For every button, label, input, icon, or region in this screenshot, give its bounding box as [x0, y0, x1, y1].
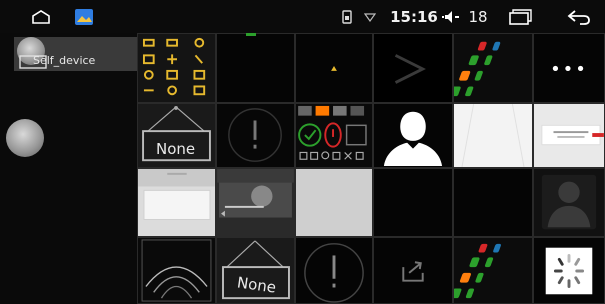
- signal-arcs-wallpaper: [141, 239, 212, 302]
- exclamation-tile-2[interactable]: [295, 237, 373, 304]
- volume-level: 18: [468, 7, 488, 26]
- more-options-icon: •••: [550, 59, 588, 80]
- color-bars-tile-2[interactable]: [453, 237, 533, 304]
- recent-apps-icon[interactable]: [506, 0, 534, 33]
- back-icon[interactable]: [565, 0, 593, 33]
- person-silhouette-icon: [383, 111, 443, 167]
- gallery-icon[interactable]: [72, 0, 96, 33]
- icon-pack-tile[interactable]: [137, 33, 216, 103]
- yellow-icons-wallpaper: [142, 37, 206, 96]
- dialog-preview: [541, 124, 604, 146]
- dialog-preview-tile[interactable]: [533, 103, 605, 168]
- exclamation-icon-2: [304, 243, 364, 303]
- chevron-right-icon: [394, 54, 426, 84]
- color-bars-tile[interactable]: [453, 33, 533, 103]
- gray-dialog-preview: [217, 169, 294, 218]
- wifi-icon: [362, 0, 378, 33]
- shape-selector-wallpaper: [298, 105, 367, 160]
- black-wallpaper-tile-1[interactable]: [373, 168, 453, 237]
- floating-assistive-button[interactable]: [6, 119, 44, 157]
- dark-wallpaper-tile[interactable]: [216, 33, 295, 103]
- light-dialog-preview: [138, 169, 215, 220]
- selection-indicator: [246, 33, 256, 36]
- exclamation-tile[interactable]: [216, 103, 295, 168]
- shape-selector-tile[interactable]: [295, 103, 373, 168]
- status-time: 15:16: [390, 7, 438, 26]
- share-tile[interactable]: [373, 237, 453, 304]
- none-label: None: [156, 140, 196, 158]
- light-dialog-tile[interactable]: [137, 168, 216, 237]
- dark-avatar-icon: [541, 174, 597, 230]
- color-bars-wallpaper-2: [454, 243, 501, 299]
- wifi-arcs-tile[interactable]: [137, 237, 216, 304]
- home-icon[interactable]: [30, 0, 52, 33]
- arrow-wallpaper-tile[interactable]: [295, 33, 373, 103]
- color-bars-wallpaper: [454, 41, 501, 97]
- volume-icon[interactable]: [441, 0, 461, 33]
- white-wallpaper-tile[interactable]: [453, 103, 533, 168]
- small-arrow-icon: [331, 66, 337, 71]
- sim-icon: [340, 0, 354, 33]
- loading-spinner-icon: [545, 247, 593, 295]
- gray-wallpaper-tile[interactable]: [295, 168, 373, 237]
- dark-avatar-tile[interactable]: [533, 168, 605, 237]
- wallpaper-grid: ••• None None: [137, 33, 605, 304]
- gray-dialog-tile[interactable]: [216, 168, 295, 237]
- chevron-wallpaper-tile[interactable]: [373, 33, 453, 103]
- status-bar: 15:16 18: [0, 0, 605, 33]
- more-options-tile[interactable]: •••: [533, 33, 605, 103]
- white-wallpaper-lines: [461, 104, 525, 167]
- device-label: Self_device: [33, 54, 96, 67]
- loading-tile[interactable]: [533, 237, 605, 304]
- none-sign-tile[interactable]: None: [137, 103, 216, 168]
- share-icon: [402, 261, 424, 282]
- black-wallpaper-tile-2[interactable]: [453, 168, 533, 237]
- exclamation-icon: [228, 108, 282, 162]
- person-silhouette-tile[interactable]: [373, 103, 453, 168]
- sidebar: Self_device: [0, 33, 137, 304]
- none-sign-tile-2[interactable]: None: [216, 237, 295, 304]
